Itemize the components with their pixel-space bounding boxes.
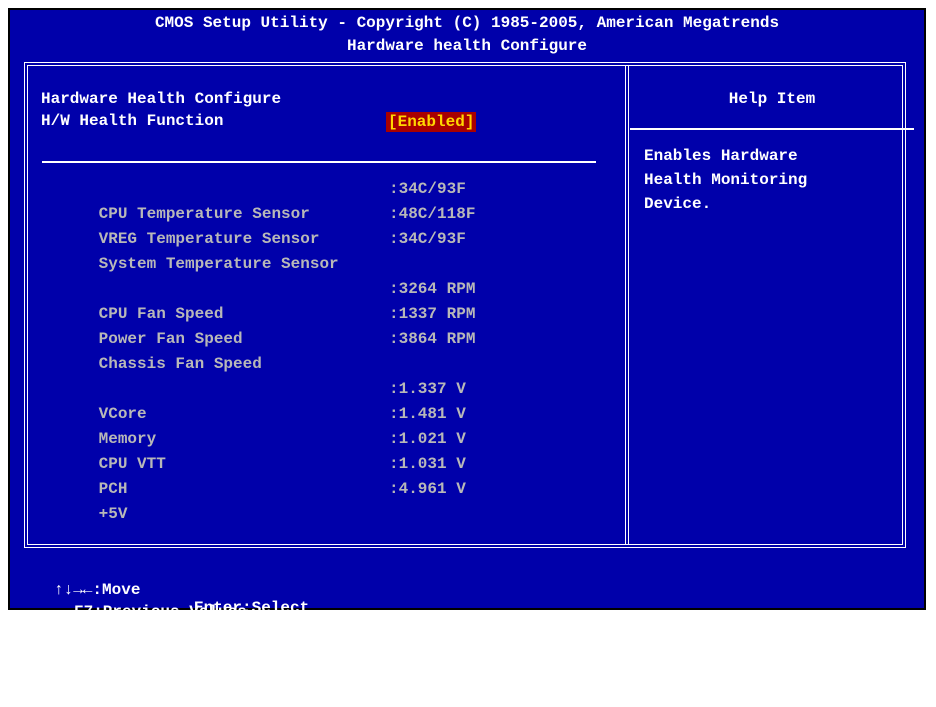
help-text: Enables Hardware Health Monitoring Devic… — [644, 147, 808, 213]
reading-value: :48C/118F — [389, 205, 476, 223]
hw-health-function-value[interactable]: [Enabled] — [386, 112, 477, 132]
section-divider — [42, 161, 596, 163]
previous-values-hint: F7:Previous Values — [74, 603, 247, 621]
section-title: Hardware Health Configure — [41, 90, 282, 108]
header-copyright: CMOS Setup Utility - Copyright (C) 1985-… — [154, 14, 780, 32]
chassis-fan-row: Chassis Fan Speed :3864 RPM — [41, 327, 476, 373]
reading-label: +5V — [98, 505, 128, 523]
reading-value: :3864 RPM — [389, 330, 476, 348]
help-divider — [630, 128, 914, 130]
reading-label: System Temperature Sensor — [98, 255, 339, 273]
reading-value: :1.021 V — [389, 430, 466, 448]
main-panel: Hardware Health Configure H/W Health Fun… — [24, 62, 914, 548]
reading-value: :1337 RPM — [389, 305, 476, 323]
vcore-row: VCore :1.337 V — [41, 377, 466, 423]
hw-health-function-label[interactable]: H/W Health Function — [41, 112, 223, 130]
plus5v-row: +5V :4.961 V — [41, 477, 466, 523]
memory-voltage-row: Memory :1.481 V — [41, 402, 466, 448]
vreg-temperature-row: VREG Temperature Sensor :48C/118F — [41, 202, 476, 248]
footer-keys-line2: F7:Previous Values F9:Optimized Defaults — [10, 585, 924, 657]
reading-value: :34C/93F — [389, 180, 466, 198]
general-help-hint: F1:General Help — [706, 671, 851, 689]
bios-screen: CMOS Setup Utility - Copyright (C) 1985-… — [8, 8, 926, 689]
reading-value: :3264 RPM — [389, 280, 476, 298]
reading-value: :34C/93F — [389, 230, 466, 248]
cpu-temperature-row: CPU Temperature Sensor :34C/93F — [41, 177, 466, 223]
panel-separator — [625, 66, 629, 544]
optimized-defaults-hint: F9:Optimized Defaults — [666, 621, 868, 639]
reading-value: :1.031 V — [389, 455, 466, 473]
reading-label: Chassis Fan Speed — [98, 355, 262, 373]
header-page-title: Hardware health Configure — [346, 37, 588, 55]
reading-value: :1.481 V — [389, 405, 466, 423]
system-temperature-row: System Temperature Sensor :34C/93F — [41, 227, 466, 273]
cpu-fan-row: CPU Fan Speed :3264 RPM — [41, 277, 476, 323]
pch-voltage-row: PCH :1.031 V — [41, 452, 466, 498]
help-title: Help Item — [728, 90, 816, 108]
reading-value: :4.961 V — [389, 480, 466, 498]
reading-value: :1.337 V — [389, 380, 466, 398]
cpu-vtt-row: CPU VTT :1.021 V — [41, 427, 466, 473]
power-fan-row: Power Fan Speed :1337 RPM — [41, 302, 476, 348]
